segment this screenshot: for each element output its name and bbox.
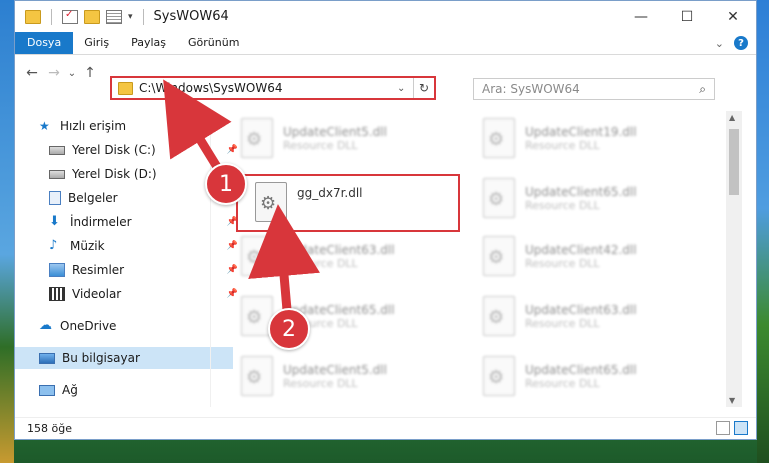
tab-dosya[interactable]: Dosya <box>15 32 74 54</box>
sidebar-item-onedrive[interactable]: ☁ OneDrive <box>15 315 233 337</box>
dll-file-icon <box>483 236 515 276</box>
details-view-icon[interactable] <box>716 421 730 435</box>
close-button[interactable]: ✕ <box>710 1 756 32</box>
sidebar-item-network[interactable]: Ağ <box>15 379 233 401</box>
list-item[interactable]: UpdateClient65.dllResource DLL <box>483 351 637 401</box>
step-badge-1: 1 <box>205 163 247 205</box>
forward-button[interactable]: → <box>43 65 65 81</box>
list-item[interactable]: UpdateClient63.dllResource DLL <box>483 291 637 341</box>
video-icon <box>49 287 65 301</box>
music-icon: ♪ <box>49 238 58 253</box>
tab-paylas[interactable]: Paylaş <box>120 32 177 54</box>
help-icon[interactable]: ? <box>734 36 748 50</box>
sidebar-item-quick-access[interactable]: ★ Hızlı erişim <box>15 115 233 137</box>
step-badge-2: 2 <box>268 308 310 350</box>
vertical-scrollbar[interactable]: ▲ ▼ <box>726 111 742 407</box>
cloud-icon: ☁ <box>39 318 52 333</box>
ribbon-tabs: Dosya Giriş Paylaş Görünüm ⌄ ? <box>15 32 756 55</box>
address-bar[interactable]: C:\Windows\SysWOW64 ⌄ ↻ <box>110 76 436 100</box>
dll-file-icon <box>483 296 515 336</box>
dll-file-icon <box>241 118 273 158</box>
window-title: SysWOW64 <box>153 9 229 24</box>
computer-icon <box>39 352 55 364</box>
search-icon: ⌕ <box>699 81 706 96</box>
download-icon: ⬇ <box>49 214 60 229</box>
star-icon: ★ <box>39 119 50 133</box>
list-item[interactable]: UpdateClient5.dllResource DLL <box>241 351 387 401</box>
sidebar-item-resimler[interactable]: Resimler 📌 <box>15 259 243 281</box>
drive-icon <box>49 169 65 179</box>
address-path[interactable]: C:\Windows\SysWOW64 <box>139 81 397 95</box>
dll-file-icon <box>483 356 515 396</box>
sidebar-item-videolar[interactable]: Videolar 📌 <box>15 283 243 305</box>
desktop-background-left <box>0 0 14 463</box>
tiles-view-icon[interactable] <box>734 421 748 435</box>
scrollbar-thumb[interactable] <box>729 129 739 195</box>
title-bar: ▾ SysWOW64 — ☐ ✕ <box>15 1 756 32</box>
list-item[interactable]: UpdateClient42.dllResource DLL <box>483 231 637 281</box>
minimize-button[interactable]: — <box>618 1 664 32</box>
status-bar: 158 öğe <box>15 417 756 439</box>
maximize-button[interactable]: ☐ <box>664 1 710 32</box>
dll-file-icon <box>483 118 515 158</box>
list-item[interactable]: UpdateClient63.dllResource DLL <box>241 231 395 281</box>
navigation-pane: ★ Hızlı erişim Yerel Disk (C:) 📌 Yerel D… <box>15 111 238 407</box>
recent-locations-icon[interactable]: ⌄ <box>65 68 79 79</box>
tab-gorunum[interactable]: Görünüm <box>177 32 250 54</box>
list-item[interactable]: UpdateClient5.dllResource DLL <box>241 113 387 163</box>
tab-giris[interactable]: Giriş <box>73 32 120 54</box>
network-icon <box>39 384 55 396</box>
list-item[interactable]: UpdateClient65.dllResource DLL <box>241 291 395 341</box>
folder-icon <box>25 9 41 24</box>
folder-icon <box>118 81 133 95</box>
scroll-down-icon[interactable]: ▼ <box>729 396 735 405</box>
item-count: 158 öğe <box>27 422 72 435</box>
new-folder-icon[interactable] <box>84 9 100 24</box>
window-controls: — ☐ ✕ <box>618 1 756 32</box>
file-highlight-box <box>236 174 460 232</box>
dll-file-icon <box>483 178 515 218</box>
list-item[interactable]: UpdateClient65.dllResource DLL <box>483 173 637 223</box>
customize-toolbar-icon[interactable]: ▾ <box>128 12 133 22</box>
pictures-icon <box>49 263 65 277</box>
address-dropdown-icon[interactable]: ⌄ <box>397 83 413 94</box>
refresh-icon[interactable]: ↻ <box>413 78 434 98</box>
sidebar-item-muzik[interactable]: ♪ Müzik 📌 <box>15 235 243 257</box>
back-button[interactable]: ← <box>21 65 43 81</box>
desktop-background-right <box>757 0 769 463</box>
documents-icon <box>49 191 61 205</box>
search-input[interactable]: Ara: SysWOW64 ⌕ <box>473 78 715 100</box>
up-button[interactable]: ↑ <box>79 65 101 81</box>
list-item[interactable]: UpdateClient19.dllResource DLL <box>483 113 637 163</box>
expand-ribbon-icon[interactable]: ⌄ <box>715 37 724 50</box>
dll-file-icon <box>241 356 273 396</box>
drive-icon <box>49 145 65 155</box>
scroll-up-icon[interactable]: ▲ <box>729 113 735 122</box>
quick-access-toolbar: ▾ <box>15 8 148 25</box>
properties-icon[interactable] <box>106 9 122 24</box>
sidebar-item-local-disk-c[interactable]: Yerel Disk (C:) 📌 <box>15 139 243 161</box>
sidebar-item-indirmeler[interactable]: ⬇ İndirmeler 📌 <box>15 211 243 233</box>
properties-check-icon[interactable] <box>62 9 78 24</box>
dll-file-icon <box>241 236 273 276</box>
file-list: UpdateClient5.dllResource DLL UpdateClie… <box>211 111 739 407</box>
sidebar-item-this-pc[interactable]: Bu bilgisayar <box>15 347 233 369</box>
